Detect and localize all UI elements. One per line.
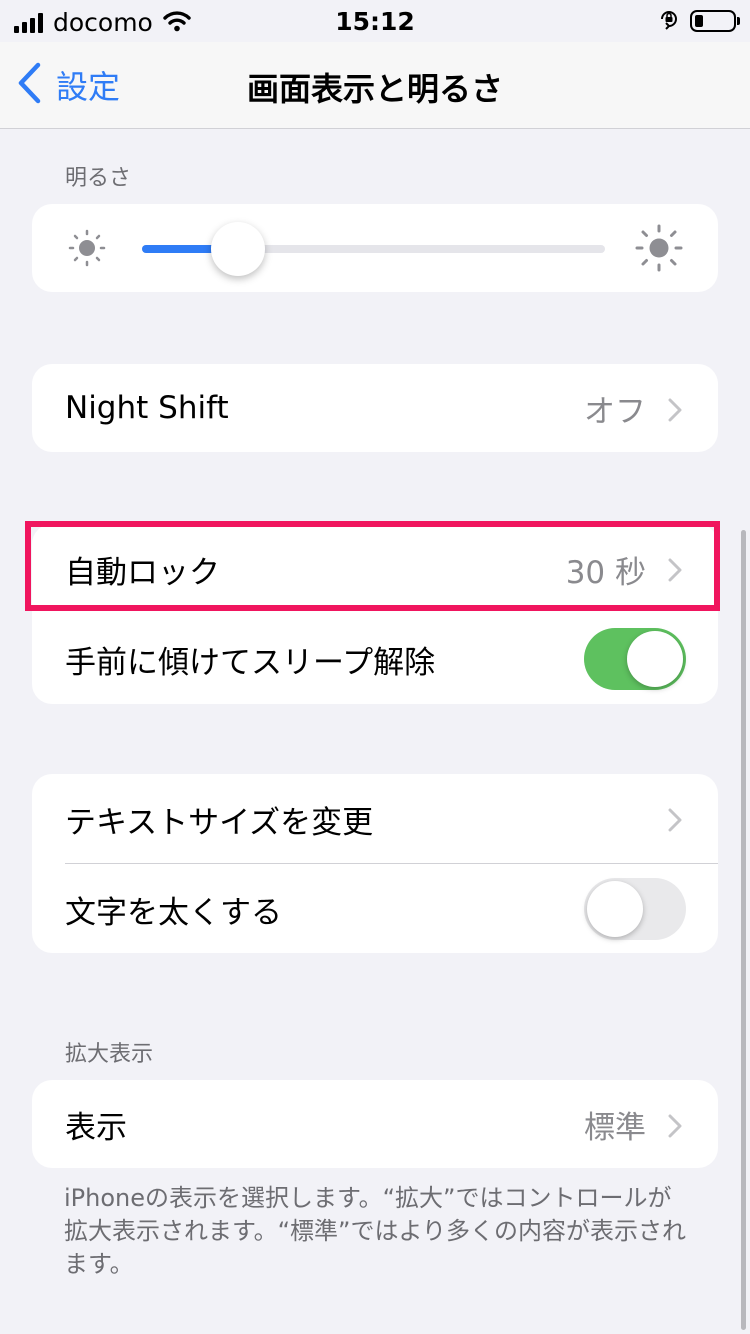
chevron-right-icon — [668, 808, 682, 836]
auto-lock-row[interactable]: 自動ロック 30 秒 — [32, 524, 718, 614]
sun-large-icon — [635, 224, 683, 276]
auto-lock-label: 自動ロック — [65, 554, 220, 591]
lock-group: 自動ロック 30 秒 手前に傾けてスリープ解除 — [32, 524, 718, 704]
status-time: 15:12 — [335, 7, 415, 36]
night-shift-label: Night Shift — [65, 390, 229, 426]
status-right — [658, 8, 740, 34]
bold-text-label: 文字を太くする — [65, 894, 282, 931]
page-title: 画面表示と明るさ — [246, 70, 503, 108]
scroll-indicator — [741, 530, 746, 1330]
display-zoom-label: 表示 — [65, 1109, 127, 1146]
brightness-header: 明るさ — [65, 166, 132, 191]
bold-text-row: 文字を太くする — [32, 864, 718, 953]
raise-to-wake-row: 手前に傾けてスリープ解除 — [32, 614, 718, 704]
zoom-header: 拡大表示 — [65, 1042, 154, 1067]
chevron-right-icon — [668, 558, 682, 586]
brightness-group — [32, 204, 718, 292]
brightness-slider[interactable] — [142, 222, 605, 276]
sun-small-icon — [67, 228, 107, 272]
text-size-row[interactable]: テキストサイズを変更 — [32, 774, 718, 864]
raise-to-wake-toggle[interactable] — [584, 628, 686, 690]
orientation-lock-icon — [658, 8, 680, 34]
bold-text-toggle[interactable] — [584, 878, 686, 940]
battery-icon — [690, 10, 740, 32]
night-shift-group: Night Shift オフ — [32, 364, 718, 452]
chevron-right-icon — [668, 398, 682, 426]
auto-lock-value: 30 秒 — [565, 554, 646, 591]
text-size-label: テキストサイズを変更 — [65, 804, 374, 841]
night-shift-row[interactable]: Night Shift オフ — [32, 364, 718, 452]
zoom-group: 表示 標準 — [32, 1080, 718, 1168]
navigation-bar: 設定 画面表示と明るさ — [0, 42, 750, 129]
text-group: テキストサイズを変更 文字を太くする — [32, 774, 718, 953]
chevron-right-icon — [668, 1114, 682, 1142]
display-zoom-value: 標準 — [584, 1109, 646, 1146]
night-shift-value: オフ — [584, 393, 646, 430]
brightness-slider-knob[interactable] — [210, 222, 265, 276]
zoom-footer-text: iPhoneの表示を選択します。“拡大”ではコントロールが拡大表示されます。“標… — [64, 1184, 686, 1278]
status-bar: docomo 15:12 — [0, 0, 750, 42]
raise-to-wake-label: 手前に傾けてスリープ解除 — [65, 644, 436, 681]
display-zoom-row[interactable]: 表示 標準 — [32, 1080, 718, 1168]
